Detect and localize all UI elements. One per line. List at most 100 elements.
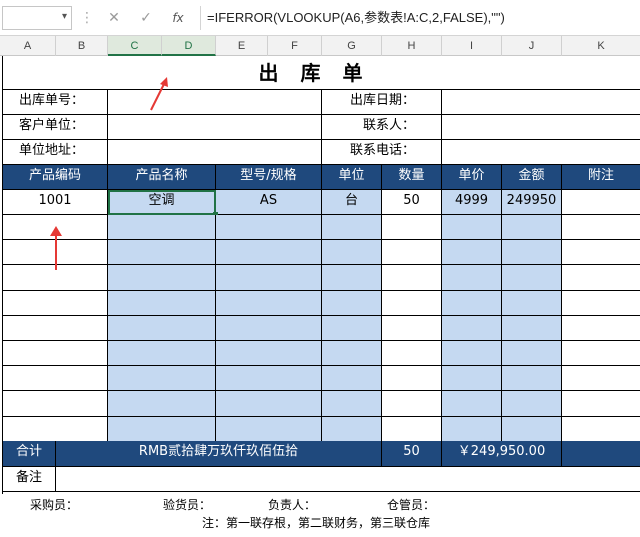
table-cell-empty[interactable]: [562, 291, 640, 316]
table-cell-empty[interactable]: [442, 240, 502, 266]
table-cell-empty[interactable]: [322, 391, 382, 417]
table-cell-empty[interactable]: [322, 240, 382, 266]
table-cell-empty[interactable]: [216, 315, 322, 341]
table-cell-empty[interactable]: [502, 315, 562, 341]
fx-icon[interactable]: fx: [166, 8, 190, 28]
table-cell-code[interactable]: 1001: [3, 190, 108, 215]
table-cell-empty[interactable]: [322, 290, 382, 316]
table-cell-empty[interactable]: [382, 341, 442, 367]
table-cell-empty[interactable]: [322, 315, 382, 341]
table-cell-empty[interactable]: [382, 366, 442, 392]
table-cell-empty[interactable]: [3, 391, 108, 417]
table-cell-empty[interactable]: [322, 341, 382, 367]
table-cell-empty[interactable]: [502, 290, 562, 316]
enter-icon[interactable]: ✓: [136, 8, 156, 28]
table-cell-empty[interactable]: [108, 366, 216, 392]
table-cell-empty[interactable]: [322, 416, 382, 442]
table-cell-empty[interactable]: [442, 366, 502, 392]
name-box[interactable]: ▾: [2, 6, 72, 30]
cancel-icon[interactable]: ✕: [104, 8, 124, 28]
table-cell-empty[interactable]: [502, 391, 562, 417]
table-cell-empty[interactable]: [442, 215, 502, 241]
table-cell-empty[interactable]: [562, 341, 640, 367]
table-cell-empty[interactable]: [3, 366, 108, 392]
table-cell-price[interactable]: 4999: [442, 190, 502, 215]
table-cell-empty[interactable]: [502, 240, 562, 266]
table-cell-empty[interactable]: [382, 240, 442, 266]
table-cell-empty[interactable]: [108, 391, 216, 417]
remark-field[interactable]: [56, 467, 640, 492]
table-cell-empty[interactable]: [3, 290, 108, 316]
table-cell-empty[interactable]: [562, 215, 640, 241]
column-header-j[interactable]: J: [502, 36, 562, 56]
table-cell-empty[interactable]: [382, 215, 442, 241]
table-cell-empty[interactable]: [216, 240, 322, 266]
table-cell-note[interactable]: [562, 190, 640, 215]
table-cell-amount[interactable]: 249950: [502, 190, 562, 215]
table-cell-empty[interactable]: [216, 391, 322, 417]
table-cell-empty[interactable]: [562, 366, 640, 392]
table-cell-empty[interactable]: [442, 416, 502, 442]
table-cell-empty[interactable]: [442, 315, 502, 341]
table-cell-empty[interactable]: [108, 265, 216, 291]
table-cell-empty[interactable]: [322, 215, 382, 241]
table-cell-empty[interactable]: [562, 316, 640, 341]
contact-field[interactable]: [442, 115, 640, 140]
table-cell-empty[interactable]: [3, 315, 108, 341]
table-cell-empty[interactable]: [108, 315, 216, 341]
table-cell-empty[interactable]: [562, 265, 640, 291]
table-cell-empty[interactable]: [382, 416, 442, 442]
table-cell-empty[interactable]: [216, 265, 322, 291]
date-field[interactable]: [442, 90, 640, 115]
table-cell-empty[interactable]: [216, 416, 322, 442]
table-cell-empty[interactable]: [502, 215, 562, 241]
formula-input[interactable]: =IFERROR(VLOOKUP(A6,参数表!A:C,2,FALSE),""): [200, 6, 640, 30]
table-cell-empty[interactable]: [382, 265, 442, 291]
table-cell-empty[interactable]: [322, 366, 382, 392]
table-cell-empty[interactable]: [502, 341, 562, 367]
table-cell-empty[interactable]: [442, 290, 502, 316]
column-header-c[interactable]: C: [108, 36, 162, 56]
table-cell-empty[interactable]: [108, 215, 216, 241]
address-field[interactable]: [108, 140, 322, 165]
table-cell-empty[interactable]: [216, 341, 322, 367]
drag-handle-icon[interactable]: ⋮: [80, 8, 94, 28]
table-cell-empty[interactable]: [502, 366, 562, 392]
table-cell-empty[interactable]: [108, 341, 216, 367]
table-cell-empty[interactable]: [502, 416, 562, 442]
column-header-i[interactable]: I: [442, 36, 502, 56]
column-header-g[interactable]: G: [322, 36, 382, 56]
table-cell-empty[interactable]: [382, 315, 442, 341]
column-header-d[interactable]: D: [162, 36, 216, 56]
table-cell-empty[interactable]: [502, 265, 562, 291]
table-cell-qty[interactable]: 50: [382, 190, 442, 215]
table-cell-empty[interactable]: [216, 290, 322, 316]
table-cell-empty[interactable]: [562, 240, 640, 266]
table-cell-empty[interactable]: [3, 416, 108, 442]
column-header-f[interactable]: F: [268, 36, 322, 56]
column-header-a[interactable]: A: [0, 36, 56, 56]
table-cell-name-selected[interactable]: 空调: [108, 190, 216, 215]
phone-field[interactable]: [442, 140, 640, 165]
table-cell-empty[interactable]: [216, 366, 322, 392]
table-cell-model[interactable]: AS: [216, 190, 322, 215]
customer-field[interactable]: [108, 115, 322, 140]
table-cell-empty[interactable]: [442, 265, 502, 291]
column-header-k[interactable]: K: [562, 36, 640, 56]
table-cell-empty[interactable]: [108, 240, 216, 266]
table-cell-empty[interactable]: [382, 391, 442, 417]
table-cell-empty[interactable]: [108, 416, 216, 442]
table-cell-empty[interactable]: [562, 391, 640, 417]
order-no-field[interactable]: [108, 90, 322, 115]
table-cell-unit[interactable]: 台: [322, 190, 382, 215]
column-header-b[interactable]: B: [56, 36, 108, 56]
table-cell-empty[interactable]: [562, 417, 640, 442]
table-cell-empty[interactable]: [442, 341, 502, 367]
table-cell-empty[interactable]: [216, 215, 322, 241]
chevron-down-icon[interactable]: ▾: [62, 11, 67, 22]
table-cell-empty[interactable]: [3, 341, 108, 367]
table-cell-empty[interactable]: [322, 265, 382, 291]
column-header-e[interactable]: E: [216, 36, 268, 56]
table-cell-empty[interactable]: [108, 290, 216, 316]
column-header-h[interactable]: H: [382, 36, 442, 56]
